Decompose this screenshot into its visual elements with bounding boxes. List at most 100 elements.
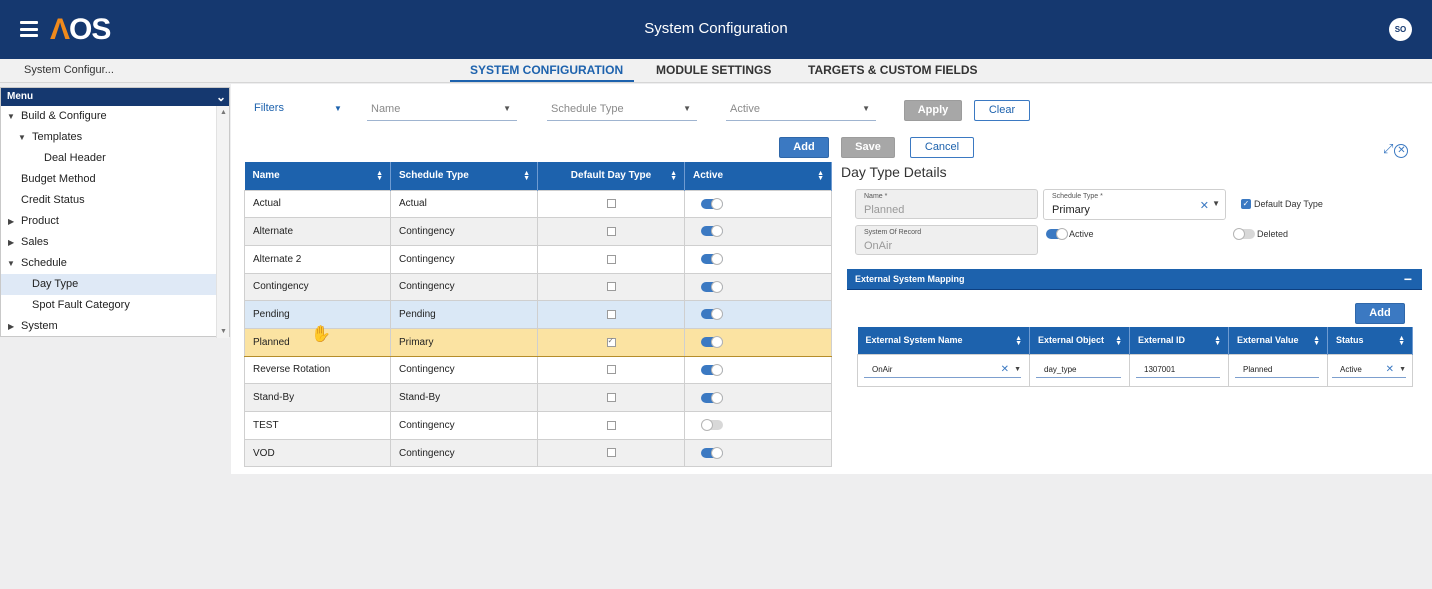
clear-icon[interactable]: ✕ — [1001, 363, 1009, 376]
cell-schedule-type[interactable]: Pending — [390, 300, 538, 329]
cell-status[interactable]: Active ✕ ▼ — [1327, 353, 1413, 387]
external-id-input[interactable]: 1307001 — [1136, 363, 1220, 378]
active-toggle[interactable] — [701, 336, 723, 349]
dropdown-caret-icon[interactable]: ▼ — [1399, 363, 1406, 376]
add-mapping-button[interactable]: Add — [1355, 303, 1405, 324]
cell-default-day-type[interactable] — [537, 438, 685, 468]
active-toggle[interactable] — [701, 391, 723, 404]
sidebar-item-deal-header[interactable]: Deal Header — [1, 148, 217, 169]
column-header-status[interactable]: Status ▲ ▼ — [1327, 327, 1413, 354]
cell-schedule-type[interactable]: Stand-By — [390, 383, 538, 412]
sidebar-item-build-configure[interactable]: ▼ Build & Configure — [1, 106, 217, 127]
cancel-button[interactable]: Cancel — [910, 137, 974, 158]
chevron-down-icon[interactable]: ⌄ — [216, 88, 226, 106]
external-system-mapping-header[interactable]: External System Mapping − — [847, 269, 1422, 290]
sort-icon[interactable]: ▲ ▼ — [1214, 335, 1221, 347]
sort-icon[interactable]: ▲ ▼ — [670, 170, 677, 182]
cell-active[interactable] — [684, 217, 832, 246]
external-system-name-select[interactable]: OnAir ✕ ▼ — [864, 363, 1021, 378]
scroll-down-icon[interactable]: ▼ — [220, 328, 227, 335]
schedule-type-filter-select[interactable]: Schedule Type ▼ — [547, 99, 697, 121]
cell-default-day-type[interactable] — [537, 244, 685, 274]
add-button[interactable]: Add — [779, 137, 829, 158]
default-day-type-checkbox[interactable] — [606, 199, 616, 209]
cell-schedule-type[interactable]: Contingency — [390, 355, 538, 385]
clear-icon[interactable]: ✕ — [1200, 199, 1209, 212]
sidebar-scrollbar[interactable]: ▲ ▼ — [216, 106, 229, 338]
default-day-type-checkbox[interactable] — [606, 420, 616, 430]
cell-default-day-type[interactable] — [537, 355, 685, 385]
active-toggle[interactable] — [701, 419, 723, 432]
cell-active[interactable] — [684, 327, 832, 357]
sidebar-item-schedule[interactable]: ▼ Schedule — [1, 253, 217, 274]
cell-external-object[interactable]: day_type — [1029, 353, 1130, 387]
column-header-active[interactable]: Active ▲ ▼ — [684, 162, 832, 190]
sidebar-item-day-type[interactable]: Day Type — [1, 274, 217, 295]
table-row[interactable]: VOD Contingency — [244, 438, 832, 468]
breadcrumb[interactable]: System Configur... — [24, 64, 114, 76]
sort-icon[interactable]: ▲ ▼ — [1115, 335, 1122, 347]
cell-default-day-type[interactable] — [537, 300, 685, 329]
clear-icon[interactable]: ✕ — [1386, 363, 1394, 376]
cell-active[interactable] — [684, 411, 832, 440]
filters-label[interactable]: Filters — [254, 102, 284, 114]
table-row-selected[interactable]: Planned Primary — [244, 327, 832, 357]
cell-name[interactable]: TEST — [244, 411, 391, 440]
close-icon[interactable]: ✕ — [1394, 144, 1409, 158]
sidebar-item-sales[interactable]: ▶ Sales — [1, 232, 217, 253]
column-header-default-day-type[interactable]: Default Day Type ▲ ▼ — [537, 162, 685, 190]
status-select[interactable]: Active ✕ ▼ — [1332, 363, 1406, 378]
cell-external-system-name[interactable]: OnAir ✕ ▼ — [857, 353, 1030, 387]
caret-down-icon[interactable]: ▼ — [18, 127, 26, 148]
sort-icon[interactable]: ▲ ▼ — [1313, 335, 1320, 347]
cell-active[interactable] — [684, 383, 832, 412]
cell-schedule-type[interactable]: Contingency — [390, 272, 538, 302]
cell-name[interactable]: Reverse Rotation — [244, 355, 391, 385]
filters-caret-icon[interactable]: ▼ — [334, 104, 342, 113]
active-toggle[interactable] — [701, 280, 723, 293]
tab-system-configuration[interactable]: SYSTEM CONFIGURATION — [470, 63, 623, 77]
active-toggle[interactable] — [701, 253, 723, 266]
table-row[interactable]: Actual Actual — [244, 189, 832, 219]
sidebar-item-budget-method[interactable]: Budget Method — [1, 169, 217, 190]
cell-external-id[interactable]: 1307001 — [1129, 353, 1229, 387]
cell-name[interactable]: Alternate — [244, 217, 391, 246]
cell-schedule-type[interactable]: Actual — [390, 189, 538, 219]
tab-targets-custom-fields[interactable]: TARGETS & CUSTOM FIELDS — [808, 63, 978, 77]
table-row[interactable]: Stand-By Stand-By — [244, 383, 832, 412]
default-day-type-checkbox[interactable] — [606, 393, 616, 403]
cell-name[interactable]: Alternate 2 — [244, 244, 391, 274]
sort-icon[interactable]: ▲ ▼ — [523, 170, 530, 182]
sort-icon[interactable]: ▲ ▼ — [1398, 335, 1405, 347]
default-day-type-checkbox[interactable] — [606, 336, 616, 347]
scroll-up-icon[interactable]: ▲ — [220, 109, 227, 116]
user-avatar[interactable]: SO — [1389, 18, 1412, 41]
sidebar-item-system[interactable]: ▶ System — [1, 316, 217, 337]
caret-right-icon[interactable]: ▶ — [8, 232, 14, 253]
active-toggle[interactable] — [701, 363, 723, 376]
sidebar-item-credit-status[interactable]: Credit Status — [1, 190, 217, 211]
table-row[interactable]: OnAir ✕ ▼ day_type 1307001 Planned Activ… — [857, 353, 1413, 387]
cell-name[interactable]: Actual — [244, 189, 391, 219]
active-toggle[interactable] — [701, 197, 723, 210]
column-header-external-object[interactable]: External Object ▲ ▼ — [1029, 327, 1130, 354]
table-row[interactable]: Pending Pending — [244, 300, 832, 329]
caret-right-icon[interactable]: ▶ — [8, 211, 14, 232]
cell-default-day-type[interactable] — [537, 189, 685, 219]
sort-icon[interactable]: ▲ ▼ — [817, 170, 824, 182]
cell-active[interactable] — [684, 438, 832, 468]
apply-button[interactable]: Apply — [904, 100, 962, 121]
sidebar-item-spot-fault-category[interactable]: Spot Fault Category — [1, 295, 217, 316]
cell-name[interactable]: VOD — [244, 438, 391, 468]
table-row[interactable]: Alternate 2 Contingency — [244, 244, 832, 274]
default-day-type-checkbox[interactable]: ✓ — [1241, 199, 1251, 209]
cell-external-value[interactable]: Planned — [1228, 353, 1328, 387]
column-header-schedule-type[interactable]: Schedule Type ▲ ▼ — [390, 162, 538, 190]
cell-schedule-type[interactable]: Contingency — [390, 244, 538, 274]
caret-down-icon[interactable]: ▼ — [7, 106, 15, 127]
cell-active[interactable] — [684, 300, 832, 329]
sidebar-item-templates[interactable]: ▼ Templates — [1, 127, 217, 148]
cell-schedule-type[interactable]: Contingency — [390, 217, 538, 246]
active-filter-select[interactable]: Active ▼ — [726, 99, 876, 121]
column-header-external-system-name[interactable]: External System Name ▲ ▼ — [857, 327, 1030, 354]
